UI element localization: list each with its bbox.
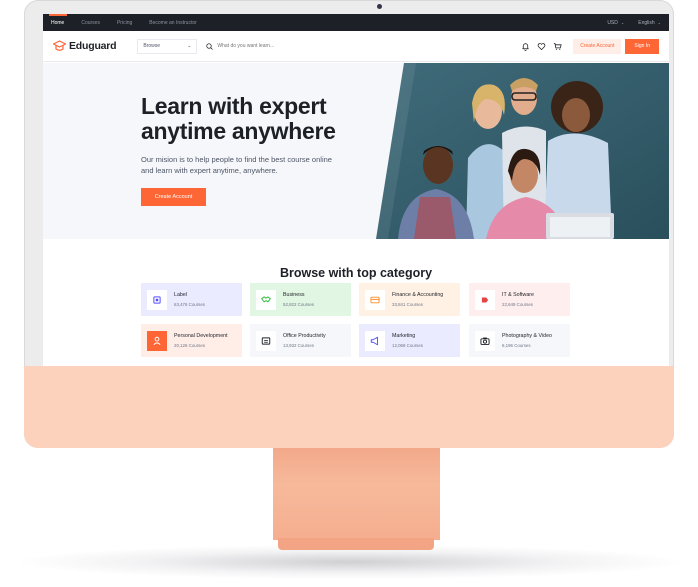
monitor-chin [24,366,674,448]
browse-label: Browse [143,43,161,49]
hero-title-line-1: Learn with expert [141,93,327,119]
category-card[interactable]: IT & Software 22,649 Courses [469,283,570,316]
camera-dot [377,4,382,9]
category-course-count: 63,476 Courses [174,301,205,307]
chevron-down-icon: ⌄ [187,43,192,49]
top-nav-bar: Home Courses Pricing Become an Instructo… [43,14,669,31]
graduation-cap-icon [53,40,66,51]
category-name: Business [283,291,305,298]
heart-icon[interactable] [537,42,546,51]
category-card[interactable]: Finance & Accounting 33,841 Courses [359,283,460,316]
language-value: English [638,19,655,26]
category-card[interactable]: Label 63,476 Courses [141,283,242,316]
create-account-button[interactable]: Create Account [573,38,622,54]
category-name: Photography & Video [502,332,552,339]
language-select[interactable]: English ⌄ [638,20,661,26]
category-name: Finance & Accounting [392,291,444,298]
topbar-right: USD ⌄ English ⌄ [593,20,669,26]
hero-description: Our mision is to help people to find the… [141,155,332,175]
megaphone-icon [365,330,385,351]
category-course-count: 33,841 Courses [392,301,423,307]
search-icon [206,42,214,50]
search-input[interactable] [217,43,388,49]
category-course-count: 12,068 Courses [392,342,423,348]
category-section-title: Browse with top category [279,266,433,280]
category-section: Browse with top category Label 63,476 Cou… [43,239,669,366]
topnav-home[interactable]: Home [43,14,73,31]
browse-dropdown[interactable]: Browse ⌄ [137,38,198,54]
category-card[interactable]: Marketing 12,068 Courses [359,324,460,357]
main-header: Eduguard Browse ⌄ Create A [43,31,669,62]
category-name: Personal Development [174,332,228,339]
camera-icon [475,330,495,351]
monitor-stand-foot [278,538,434,550]
category-course-count: 20,126 Courses [174,342,205,348]
search-box[interactable] [201,39,397,54]
topnav-become-instructor[interactable]: Become an Instructor [141,14,206,31]
cart-icon[interactable] [553,42,562,51]
hero-title-line-2: anytime anywhere [141,118,336,144]
category-course-count: 22,649 Courses [502,301,533,307]
credit-card-icon [365,289,385,310]
monitor-shadow [20,545,680,579]
hero-section: Learn with expert anytime anywhere Our m… [43,63,669,239]
chevron-down-icon: ⌄ [657,20,661,25]
sign-in-button[interactable]: Sign In [625,38,659,54]
topnav-courses[interactable]: Courses [73,14,109,31]
category-name: Marketing [392,332,416,339]
category-name: Office Productivity [283,332,326,339]
chevron-down-icon: ⌄ [620,20,625,25]
bug-icon [475,289,495,310]
category-course-count: 52,822 Courses [283,301,314,307]
topnav-pricing[interactable]: Pricing [109,14,141,31]
category-card[interactable]: Personal Development 20,126 Courses [141,324,242,357]
category-card[interactable]: Office Productivity 13,932 Courses [250,324,351,357]
hero-students-photo [376,63,669,239]
cpu-icon [147,289,167,310]
screen: Home Courses Pricing Become an Instructo… [43,14,669,366]
category-card[interactable]: Business 52,822 Courses [250,283,351,316]
brand-name: Eduguard [69,40,117,52]
currency-select[interactable]: USD ⌄ [607,20,624,26]
header-actions: Create Account Sign In [521,38,669,54]
category-course-count: 13,932 Courses [283,342,314,348]
hero-create-account-button[interactable]: Create Account [141,188,206,206]
hero-title: Learn with expert anytime anywhere [141,94,371,144]
category-course-count: 6,196 Courses [502,342,531,348]
category-name: IT & Software [502,291,534,298]
handshake-icon [256,289,276,310]
category-name: Label [174,291,187,298]
monitor-stand [273,448,440,540]
user-icon [147,330,167,351]
bell-icon[interactable] [521,42,530,51]
receipt-icon [256,330,276,351]
currency-value: USD [607,19,618,26]
brand-logo[interactable]: Eduguard [53,40,117,52]
category-card[interactable]: Photography & Video 6,196 Courses [469,324,570,357]
